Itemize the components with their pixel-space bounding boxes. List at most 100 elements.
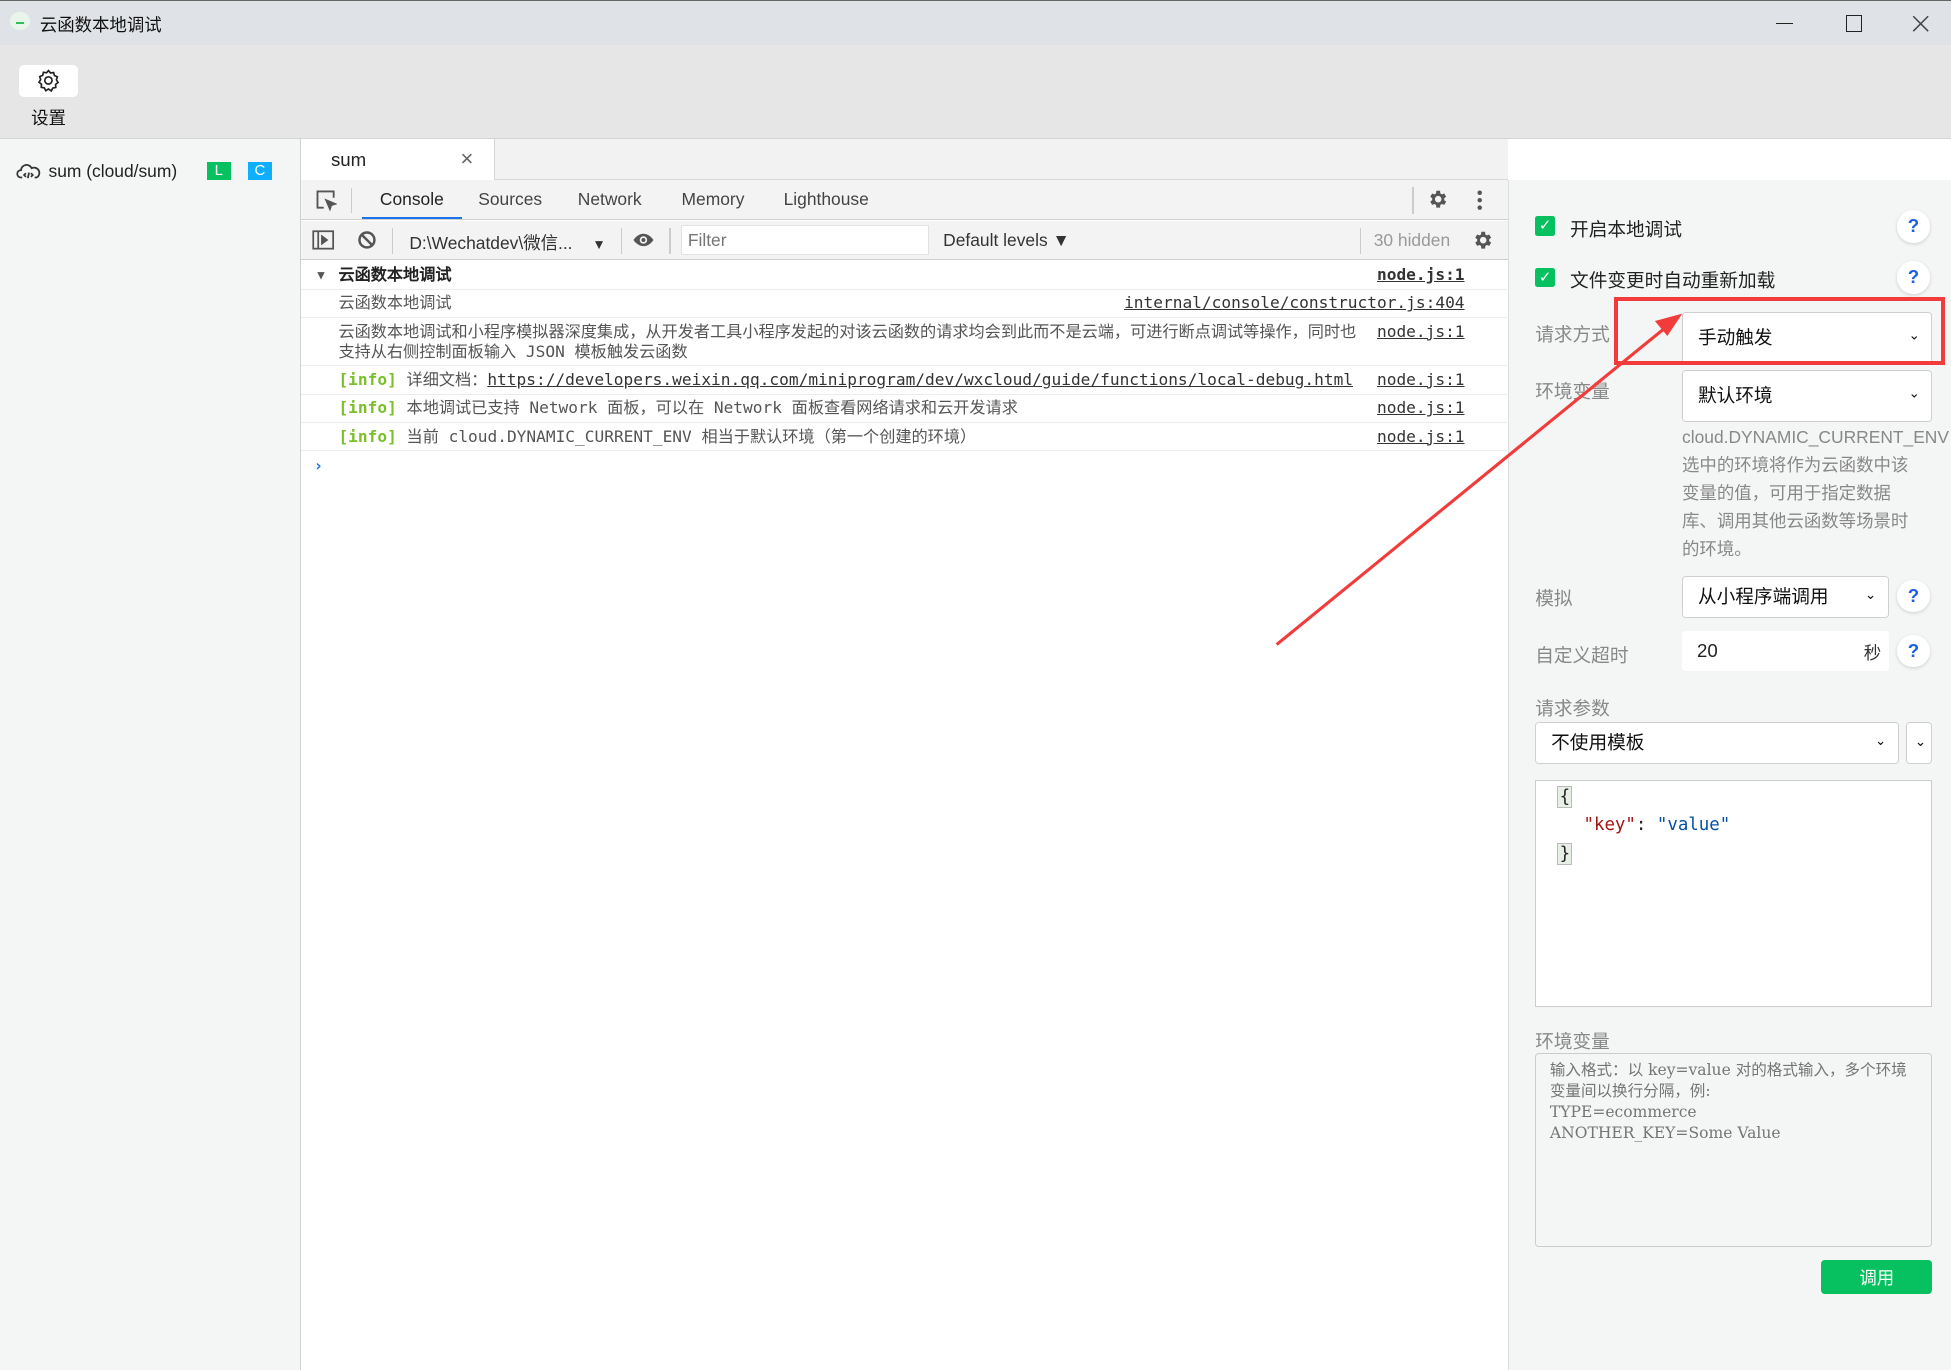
file-tab-label: sum [330, 149, 367, 171]
hint-line: 变量的值，可用于指定数据 [1682, 483, 1891, 504]
checkbox-checked-icon: ✓ [1535, 267, 1556, 288]
console-message: 云函数本地调试和小程序模拟器深度集成，从开发者工具小程序发起的对该云函数的请求均… [301, 318, 1507, 367]
source-link[interactable]: node.js:1 [1372, 426, 1465, 447]
help-button[interactable]: ? [1897, 261, 1930, 294]
help-button[interactable]: ? [1897, 210, 1930, 243]
tab-sources[interactable]: Sources [468, 180, 553, 219]
sidebar-item-sum[interactable]: sum (cloud/sum) L C [16, 161, 272, 182]
select-value: 不使用模板 [1551, 731, 1645, 753]
divider [391, 227, 394, 254]
chevron-down-icon: ⌄ [1908, 385, 1920, 401]
sidebar-item-label: sum (cloud/sum) [48, 160, 178, 181]
hint-line: 库、调用其他云函数等场景时 [1682, 511, 1909, 532]
divider [620, 227, 623, 254]
context-selector[interactable]: D:\Wechatdev\微信... ▼ [409, 230, 605, 255]
inspect-icon [316, 190, 338, 212]
hint-line: cloud.DYNAMIC_CURRENT_ENV [1682, 427, 1949, 448]
timeout-value: 20 [1696, 639, 1718, 661]
message-text: 云函数本地调试 [338, 293, 452, 313]
app-window: 云函数本地调试 设置 sum (cloud/sum) L C sum × Con… [0, 0, 1951, 1370]
env-vars-textarea[interactable] [1535, 1052, 1933, 1247]
source-link[interactable]: node.js:1 [1372, 398, 1465, 419]
context-label: D:\Wechatdev\微信... [409, 233, 573, 254]
checkbox-label: 开启本地调试 [1570, 219, 1682, 241]
hidden-count: 30 hidden [1373, 230, 1451, 251]
sidebar-toggle-icon [312, 230, 335, 250]
console-output: ▼ 云函数本地调试 node.js:1 云函数本地调试 internal/con… [301, 261, 1507, 1370]
message-text: 当前 cloud.DYNAMIC_CURRENT_ENV 相当于默认环境（第一个… [406, 426, 977, 446]
tab-console[interactable]: Console [362, 180, 462, 219]
devtools-settings-button[interactable] [1427, 188, 1449, 216]
console-settings-button[interactable] [1472, 229, 1494, 257]
select-value: 从小程序端调用 [1697, 586, 1829, 608]
request-params-editor[interactable]: { "key": "value" } [1535, 780, 1933, 1007]
console-message: 云函数本地调试 internal/console/constructor.js:… [301, 290, 1507, 318]
console-toolbar: D:\Wechatdev\微信... ▼ Default levels ▼ 30… [301, 221, 1509, 261]
devtools-tab-bar: Console Sources Network Memory Lighthous… [301, 180, 1509, 221]
source-link[interactable]: node.js:1 [1372, 369, 1465, 390]
gear-icon [1430, 190, 1447, 208]
close-tab-icon[interactable]: × [460, 146, 473, 172]
maximize-button[interactable] [1822, 1, 1887, 46]
checkbox-label: 文件变更时自动重新加载 [1570, 270, 1776, 292]
live-expression-button[interactable] [631, 230, 656, 256]
minimize-button[interactable] [1752, 1, 1817, 46]
invoke-button[interactable]: 调用 [1821, 1260, 1933, 1295]
env-vars-label: 环境变量 [1535, 1030, 1610, 1052]
filter-input[interactable] [680, 225, 930, 256]
toolbar: 设置 [0, 44, 1951, 140]
console-message: [info] 当前 cloud.DYNAMIC_CURRENT_ENV 相当于默… [301, 423, 1507, 452]
more-options-button[interactable] [1476, 189, 1483, 217]
json-value: "value" [1656, 815, 1731, 836]
file-tab-bar: sum × [301, 139, 1509, 181]
help-button[interactable]: ? [1897, 634, 1930, 667]
help-button[interactable]: ? [1897, 579, 1930, 613]
simulate-select[interactable]: 从小程序端调用 ⌄ [1682, 576, 1889, 619]
console-prompt[interactable]: › [301, 451, 1507, 475]
template-options-button[interactable]: ⌄ [1906, 721, 1933, 764]
clear-console-button[interactable] [357, 230, 377, 256]
divider [350, 187, 353, 213]
timeout-unit: 秒 [1863, 642, 1882, 663]
tab-network[interactable]: Network [566, 180, 653, 219]
toggle-sidebar-button[interactable] [312, 230, 335, 256]
minimize-icon [1775, 22, 1794, 24]
tab-lighthouse[interactable]: Lighthouse [774, 180, 879, 219]
info-tag: [info] [338, 398, 397, 418]
tab-memory[interactable]: Memory [669, 180, 756, 219]
divider [1412, 186, 1414, 214]
maximize-icon [1845, 14, 1863, 32]
message-text: 云函数本地调试 [338, 265, 452, 285]
console-message: [info] 本地调试已支持 Network 面板，可以在 Network 面板… [301, 395, 1507, 423]
settings-button[interactable] [18, 64, 79, 98]
source-link[interactable]: node.js:1 [1372, 265, 1465, 285]
console-group-header[interactable]: ▼ 云函数本地调试 node.js:1 [301, 261, 1507, 290]
source-link[interactable]: node.js:1 [1372, 321, 1465, 342]
cloud-badge: C [248, 161, 272, 181]
json-open-brace: { [1557, 785, 1573, 808]
log-levels-dropdown[interactable]: Default levels ▼ [943, 230, 1070, 251]
request-params-label: 请求参数 [1535, 698, 1610, 720]
env-select[interactable]: 默认环境 ⌄ [1682, 369, 1933, 422]
docs-link[interactable]: https://developers.weixin.qq.com/minipro… [487, 370, 1353, 389]
source-link[interactable]: internal/console/constructor.js:404 [1119, 293, 1465, 314]
divider [669, 227, 671, 254]
expand-triangle-icon[interactable]: ▼ [317, 265, 325, 285]
clear-icon [358, 231, 376, 249]
timeout-input[interactable]: 20 秒 [1682, 630, 1889, 671]
select-value: 默认环境 [1697, 384, 1773, 406]
info-tag: [info] [338, 369, 397, 389]
file-tab-sum[interactable]: sum × [301, 139, 495, 181]
chevron-down-icon: ⌄ [1864, 587, 1877, 603]
chevron-down-icon: ⌄ [1914, 734, 1927, 750]
settings-label: 设置 [31, 107, 66, 128]
template-select[interactable]: 不使用模板 ⌄ [1535, 721, 1899, 764]
divider [1360, 227, 1362, 254]
console-message: [info] 详细文档：https://developers.weixin.qq… [301, 366, 1507, 395]
checkbox-checked-icon: ✓ [1535, 216, 1556, 237]
hint-line: 选中的环境将作为云函数中该 [1682, 455, 1909, 476]
message-text: 云函数本地调试和小程序模拟器深度集成，从开发者工具小程序发起的对该云函数的请求均… [338, 321, 1357, 361]
inspect-element-button[interactable] [315, 189, 338, 217]
close-window-button[interactable] [1889, 1, 1951, 46]
gear-icon [1475, 231, 1492, 249]
